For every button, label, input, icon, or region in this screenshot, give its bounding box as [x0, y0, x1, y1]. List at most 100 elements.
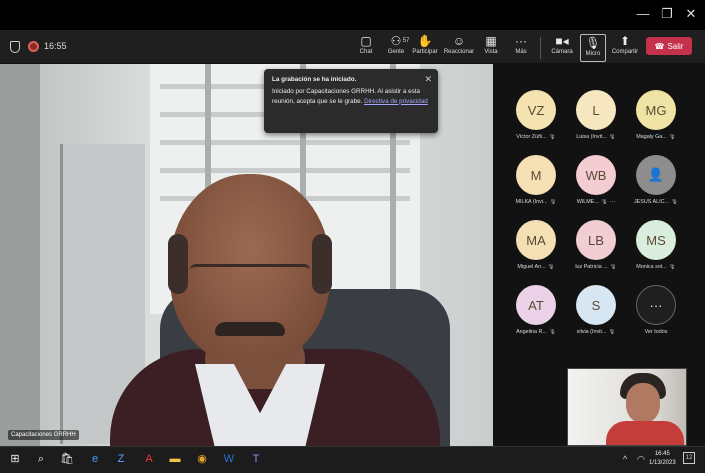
- window-titlebar: [0, 0, 705, 30]
- view-icon: ▦: [485, 34, 497, 48]
- view-label: Vista: [484, 49, 498, 55]
- mic-off-icon: 🎙: [671, 199, 679, 205]
- participant-tile[interactable]: L Luisa (Invit... 🎙: [566, 90, 626, 154]
- view-all-button[interactable]: ··· Ver todos: [626, 285, 686, 349]
- mic-off-icon: 🎙: [548, 329, 556, 335]
- microphone-label: Micro: [585, 51, 601, 57]
- share-button[interactable]: ⬆ Compartir: [610, 34, 640, 62]
- mic-off-icon: 🎙: [608, 329, 616, 335]
- participant-tile[interactable]: MS Monica sot... 🎙: [626, 220, 686, 284]
- recording-notification: La grabación se ha iniciado. Iniciado po…: [264, 69, 438, 133]
- windows-start-icon[interactable]: ⊞: [8, 452, 22, 466]
- self-view-body: [606, 421, 684, 445]
- participant-tile[interactable]: 👤 JESÚS ALIC... 🎙: [626, 155, 686, 219]
- people-label: Gente: [387, 49, 405, 55]
- restore-icon[interactable]: ❐: [656, 6, 678, 22]
- share-icon: ⬆: [619, 34, 631, 48]
- view-button[interactable]: ▦ Vista: [480, 34, 502, 62]
- camera-label: Cámara: [551, 49, 573, 55]
- acrobat-icon[interactable]: A: [142, 452, 156, 466]
- mic-off-icon: 🎙: [547, 264, 555, 270]
- zoom-icon[interactable]: Z: [114, 452, 128, 466]
- participant-label: MILKA (Invi... 🎙: [515, 199, 557, 205]
- chrome-icon[interactable]: ◉: [195, 452, 209, 466]
- avatar: VZ: [516, 90, 556, 130]
- avatar: M: [516, 155, 556, 195]
- smile-icon: ☺: [452, 34, 466, 48]
- avatar: 👤: [636, 155, 676, 195]
- edge-icon[interactable]: e: [88, 452, 102, 466]
- video-person-mustache: [215, 322, 285, 336]
- avatar: MG: [636, 90, 676, 130]
- participant-label: Monica sot... 🎙: [636, 264, 676, 270]
- participant-label: Angelina R... 🎙: [516, 329, 556, 335]
- self-view-video[interactable]: [567, 368, 687, 446]
- avatar: AT: [516, 285, 556, 325]
- participant-label: silvia (Invit... 🎙: [576, 329, 616, 335]
- chevron-up-icon[interactable]: ^: [623, 454, 627, 464]
- people-button[interactable]: ⚇ 57 Gente: [383, 34, 409, 62]
- raise-hand-icon: ✋: [417, 34, 433, 48]
- clock-date: 1/13/2023: [649, 460, 676, 466]
- more-label: Más: [515, 49, 527, 55]
- avatar: S: [576, 285, 616, 325]
- avatar: LB: [576, 220, 616, 260]
- microphone-button[interactable]: 🎙 Micro: [580, 34, 606, 62]
- leave-button[interactable]: ☎ Salir: [646, 37, 692, 55]
- avatar: L: [576, 90, 616, 130]
- avatar: MS: [636, 220, 676, 260]
- video-louver: [160, 168, 410, 173]
- minimize-icon[interactable]: —: [632, 6, 654, 21]
- folder-icon[interactable]: ▬: [168, 452, 182, 466]
- more-icon: ···: [636, 285, 676, 325]
- close-icon[interactable]: ✕: [680, 6, 702, 22]
- teams-icon[interactable]: T: [249, 452, 263, 466]
- close-icon[interactable]: ✕: [424, 73, 432, 87]
- mic-off-icon: 🎙: [608, 134, 616, 140]
- raise-hand-label: Participar: [412, 49, 438, 55]
- participant-tile[interactable]: VZ Víctor Zúñi... 🎙: [506, 90, 566, 154]
- participant-label: Magaly Ga... 🎙: [636, 134, 676, 140]
- react-button[interactable]: ☺ Reaccionar: [443, 34, 475, 62]
- self-view-face: [626, 383, 660, 423]
- participant-tile[interactable]: MA Miguel An... 🎙: [506, 220, 566, 284]
- network-icon[interactable]: ◠: [637, 454, 645, 465]
- camera-button[interactable]: ■◂ Cámara: [548, 34, 576, 62]
- word-icon[interactable]: W: [222, 452, 236, 466]
- participant-label: Miguel An... 🎙: [517, 264, 555, 270]
- mic-off-icon: 🎙: [548, 134, 556, 140]
- people-icon: ⚇ 57: [390, 34, 410, 48]
- mic-off-icon: 🎙: [609, 264, 617, 270]
- video-person-hair: [312, 234, 332, 294]
- raise-hand-button[interactable]: ✋ Participar: [411, 34, 439, 62]
- participant-tile[interactable]: AT Angelina R... 🎙: [506, 285, 566, 349]
- person-icon: 👤: [647, 167, 665, 182]
- participant-tile[interactable]: WB WILME... 🎙 ···: [566, 155, 626, 219]
- shield-icon[interactable]: [10, 41, 20, 53]
- microphone-icon: 🎙: [585, 36, 601, 50]
- participant-label: Víctor Zúñi... 🎙: [516, 134, 556, 140]
- notifications-icon[interactable]: 12: [683, 452, 695, 464]
- leave-label: Salir: [667, 41, 684, 51]
- participant-tile[interactable]: LB luz Patricia ... 🎙: [566, 220, 626, 284]
- mic-off-icon: 🎙: [600, 199, 608, 205]
- participant-tile[interactable]: M MILKA (Invi... 🎙: [506, 155, 566, 219]
- recording-icon: [28, 41, 39, 52]
- more-icon: ···: [515, 34, 527, 48]
- store-icon[interactable]: 🛍: [60, 452, 74, 466]
- taskbar-clock[interactable]: 16:45 1/13/2023: [649, 450, 676, 468]
- speaker-name-tag: Capacitaciones GRRHH: [8, 430, 79, 440]
- privacy-link[interactable]: Directiva de privacidad: [364, 98, 428, 105]
- more-icon: ···: [609, 199, 616, 205]
- clock-time: 16:45: [654, 451, 670, 457]
- more-button[interactable]: ··· Más: [510, 34, 532, 62]
- taskbar: [0, 446, 705, 473]
- view-all-label: Ver todos: [644, 329, 668, 335]
- participant-tile[interactable]: MG Magaly Ga... 🎙: [626, 90, 686, 154]
- participant-label: JESÚS ALIC... 🎙: [633, 199, 679, 205]
- participant-label: Luisa (Invit... 🎙: [576, 134, 616, 140]
- search-icon[interactable]: ⌕: [34, 452, 48, 466]
- participant-tile[interactable]: S silvia (Invit... 🎙: [566, 285, 626, 349]
- chat-button[interactable]: ▢ Chat: [355, 34, 377, 62]
- people-count: 57: [402, 38, 410, 44]
